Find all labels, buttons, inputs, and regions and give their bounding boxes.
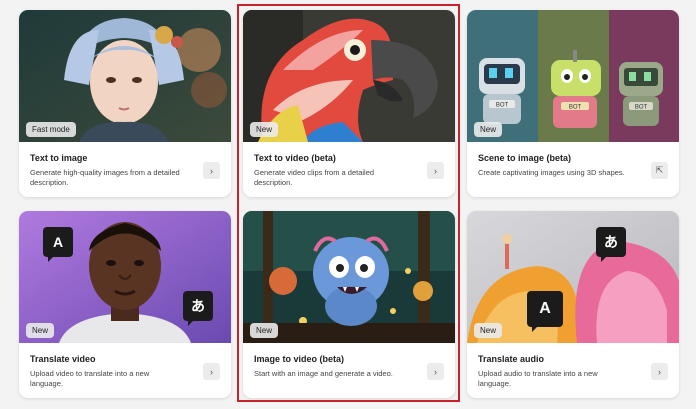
- robot-label: BOT: [496, 103, 509, 109]
- chevron-right-icon[interactable]: ›: [651, 363, 668, 380]
- chevron-right-icon[interactable]: ›: [203, 162, 220, 179]
- card-description: Upload audio to translate into a new lan…: [478, 369, 598, 388]
- card-title: Translate audio: [478, 354, 545, 364]
- card-title: Scene to image (beta): [478, 153, 572, 163]
- target-language-icon: あ: [183, 291, 213, 326]
- card-scene-to-image[interactable]: BOT BOT BOT New Scene to image (beta) Cr…: [467, 10, 679, 197]
- chevron-right-icon[interactable]: ›: [203, 363, 220, 380]
- fast-mode-badge: Fast mode: [26, 122, 76, 137]
- external-link-icon[interactable]: ⇱: [651, 162, 668, 179]
- card-title: Translate video: [30, 354, 96, 364]
- new-badge: New: [26, 323, 55, 338]
- card-title: Text to image: [30, 153, 88, 163]
- card-description: Create captivating images using 3D shape…: [478, 168, 625, 177]
- source-language-icon: A: [527, 291, 563, 332]
- target-language-icon: あ: [596, 227, 626, 262]
- card-description: Generate high-quality images from a deta…: [30, 168, 180, 187]
- card-text-to-image[interactable]: Fast mode Text to image Generate high-qu…: [19, 10, 231, 197]
- robot-label: BOT: [569, 105, 582, 111]
- new-badge: New: [474, 323, 503, 338]
- card-translate-video[interactable]: A あ New Translate video Upload video to …: [19, 211, 231, 398]
- highlight-frame: [237, 4, 460, 402]
- card-description: Upload video to translate into a new lan…: [30, 369, 150, 388]
- new-badge: New: [474, 122, 503, 137]
- card-translate-audio[interactable]: あ A New Translate audio Upload audio to …: [467, 211, 679, 398]
- robot-label: BOT: [635, 105, 648, 111]
- source-language-icon: A: [43, 227, 73, 262]
